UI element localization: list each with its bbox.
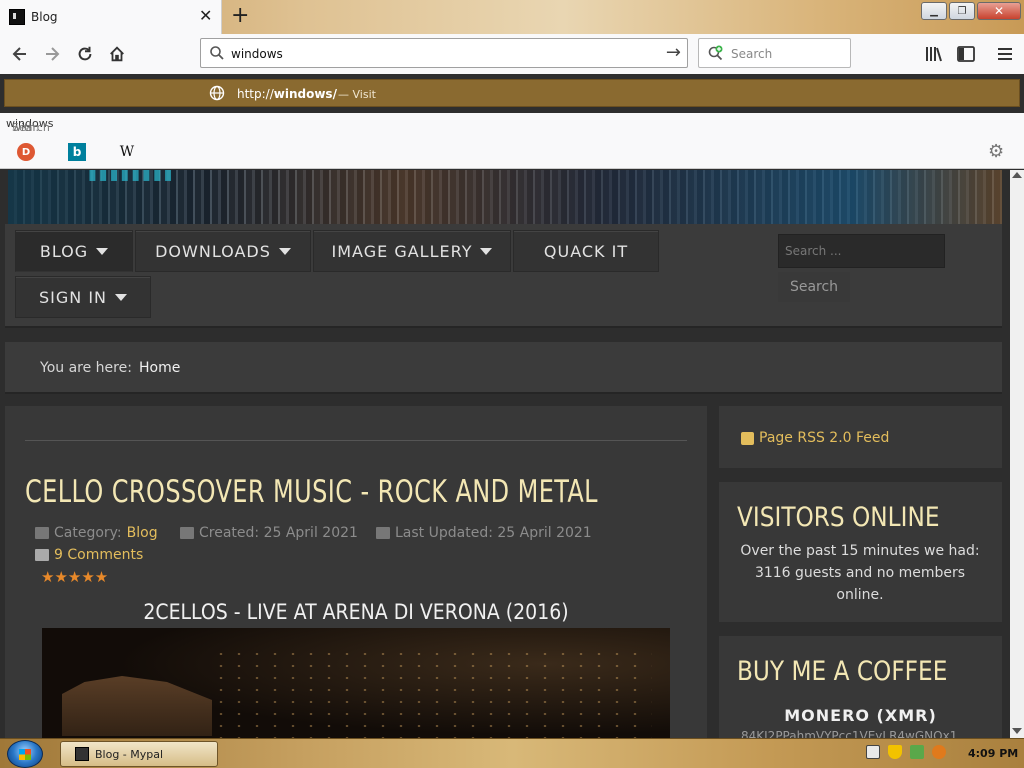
minimize-button[interactable]: ▁: [921, 2, 947, 20]
article-subtitle: 2CELLOS - LIVE AT ARENA DI VERONA (2016): [143, 600, 569, 624]
video-player[interactable]: [42, 628, 670, 738]
site-banner[interactable]: ▮▮▮▮▮▮▮▮: [8, 170, 1002, 224]
divider: [25, 440, 687, 441]
menu-image-gallery-label: IMAGE GALLERY: [331, 241, 473, 261]
search-add-icon: [708, 45, 723, 61]
url-suggestion[interactable]: http://windows/ — Visit: [4, 79, 1020, 107]
breadcrumb-label: You are here:: [40, 360, 132, 376]
vertical-scrollbar[interactable]: [1010, 170, 1024, 738]
window-controls: ▁ ❐ ✕: [921, 2, 1021, 20]
tab-bar: Blog ✕ + ▁ ❐ ✕: [0, 0, 1024, 34]
network-icon[interactable]: [910, 745, 924, 759]
system-tray: [866, 745, 946, 759]
bing-icon[interactable]: b: [68, 143, 86, 161]
article: CELLO CROSSOVER MUSIC - ROCK AND METAL C…: [5, 406, 707, 738]
web-page: ▮▮▮▮▮▮▮▮ BLOG DOWNLOADS IMAGE GALLERY QU…: [0, 170, 1010, 738]
category-link[interactable]: Blog: [127, 525, 158, 541]
article-updated: Last Updated: 25 April 2021: [376, 525, 592, 541]
search-icon: [210, 46, 224, 60]
site-favicon-icon: [9, 9, 25, 25]
gear-icon[interactable]: ⚙: [988, 141, 1004, 162]
home-icon[interactable]: [105, 42, 129, 66]
breadcrumb: You are here: Home: [5, 342, 1002, 394]
coffee-module: BUY ME A COFFEE MONERO (XMR) 84KI2PPahmV…: [719, 636, 1002, 738]
menu-blog-label: BLOG: [39, 241, 89, 261]
rating-stars-icon[interactable]: ★★★★★: [41, 568, 108, 586]
library-icon[interactable]: [922, 42, 946, 66]
scroll-up-icon[interactable]: [1012, 172, 1022, 178]
url-input[interactable]: [231, 44, 651, 64]
wikipedia-icon[interactable]: W: [118, 143, 136, 161]
article-title[interactable]: CELLO CROSSOVER MUSIC - ROCK AND METAL: [25, 474, 598, 510]
rss-module: Page RSS 2.0 Feed: [719, 406, 1002, 468]
coffee-heading: BUY ME A COFFEE: [737, 656, 948, 687]
menu-sign-in-label: SIGN IN: [38, 287, 107, 307]
chevron-down-icon: [480, 247, 493, 255]
monero-label: MONERO (XMR): [784, 706, 937, 725]
breadcrumb-home[interactable]: Home: [139, 360, 180, 376]
rss-icon: [741, 432, 754, 445]
monero-address[interactable]: 84KI2PPahmVYPcc1VEyLR4wGNQx1: [741, 729, 957, 738]
tab-title: Blog: [31, 10, 58, 24]
browser-app-icon: [75, 747, 89, 761]
comments-link[interactable]: 9 Comments: [35, 547, 143, 563]
menu-downloads-label: DOWNLOADS: [155, 241, 271, 261]
close-tab-icon[interactable]: ✕: [199, 6, 212, 26]
article-category: Category: Blog: [35, 525, 158, 541]
suggestion-url: http://windows/: [237, 87, 337, 101]
duckduckgo-icon[interactable]: D: [17, 143, 35, 161]
sidebar-icon[interactable]: [954, 42, 978, 66]
main-menu: BLOG DOWNLOADS IMAGE GALLERY QUACK IT SI…: [5, 224, 1002, 328]
taskbar-item-browser[interactable]: Blog - Mypal: [60, 741, 218, 767]
folder-icon: [35, 527, 49, 539]
chevron-down-icon: [96, 247, 109, 255]
menu-blog[interactable]: BLOG: [15, 230, 133, 272]
comment-icon: [35, 549, 49, 561]
suggestion-visit-label: — Visit: [338, 88, 376, 101]
globe-icon: [209, 85, 225, 101]
forward-icon[interactable]: [40, 42, 64, 66]
maximize-button[interactable]: ❐: [949, 2, 975, 20]
address-bar[interactable]: →: [200, 38, 688, 68]
menu-quack-it[interactable]: QUACK IT: [513, 230, 659, 272]
article-created: Created: 25 April 2021: [180, 525, 358, 541]
search-tray-icon[interactable]: [932, 745, 946, 759]
menu-quack-it-label: QUACK IT: [543, 241, 629, 261]
chevron-down-icon: [115, 293, 127, 301]
search-engine-bar: D b W ⚙: [0, 135, 1024, 169]
site-logo-icon: ▮▮▮▮▮▮▮▮: [88, 170, 175, 183]
menu-image-gallery[interactable]: IMAGE GALLERY: [313, 230, 511, 272]
shield-icon[interactable]: [888, 745, 902, 759]
taskbar: Blog - Mypal 4:09 PM: [0, 738, 1024, 768]
reload-icon[interactable]: [73, 42, 97, 66]
search-placeholder: Search: [731, 47, 773, 61]
new-tab-button[interactable]: +: [231, 3, 249, 29]
go-arrow-icon[interactable]: →: [666, 43, 681, 63]
back-icon[interactable]: [8, 42, 32, 66]
start-button[interactable]: [7, 740, 43, 768]
search-with-row: Search for windows with:: [0, 113, 1024, 147]
chevron-down-icon: [278, 247, 291, 255]
menu-downloads[interactable]: DOWNLOADS: [135, 230, 311, 272]
site-search-button[interactable]: Search: [778, 272, 850, 302]
search-with-label: Search for windows with:: [6, 117, 54, 147]
rss-link[interactable]: Page RSS 2.0 Feed: [759, 430, 889, 446]
clock[interactable]: 4:09 PM: [968, 747, 1018, 760]
visitors-text: Over the past 15 minutes we had: 3116 gu…: [740, 543, 980, 603]
keyboard-icon[interactable]: [866, 745, 880, 759]
calendar-icon: [376, 527, 390, 539]
menu-icon[interactable]: [993, 42, 1017, 66]
taskbar-item-label: Blog - Mypal: [95, 747, 164, 761]
tab-blog[interactable]: Blog ✕: [0, 0, 222, 34]
navigation-toolbar: → Search: [0, 34, 1024, 98]
menu-sign-in[interactable]: SIGN IN: [15, 276, 151, 318]
visitors-module: VISITORS ONLINE Over the past 15 minutes…: [719, 482, 1002, 622]
visitors-heading: VISITORS ONLINE: [737, 502, 940, 533]
scroll-down-icon[interactable]: [1012, 728, 1022, 734]
browser-search-box[interactable]: Search: [698, 38, 851, 68]
close-window-button[interactable]: ✕: [977, 2, 1021, 20]
site-search-input[interactable]: Search ...: [778, 234, 945, 268]
calendar-icon: [180, 527, 194, 539]
